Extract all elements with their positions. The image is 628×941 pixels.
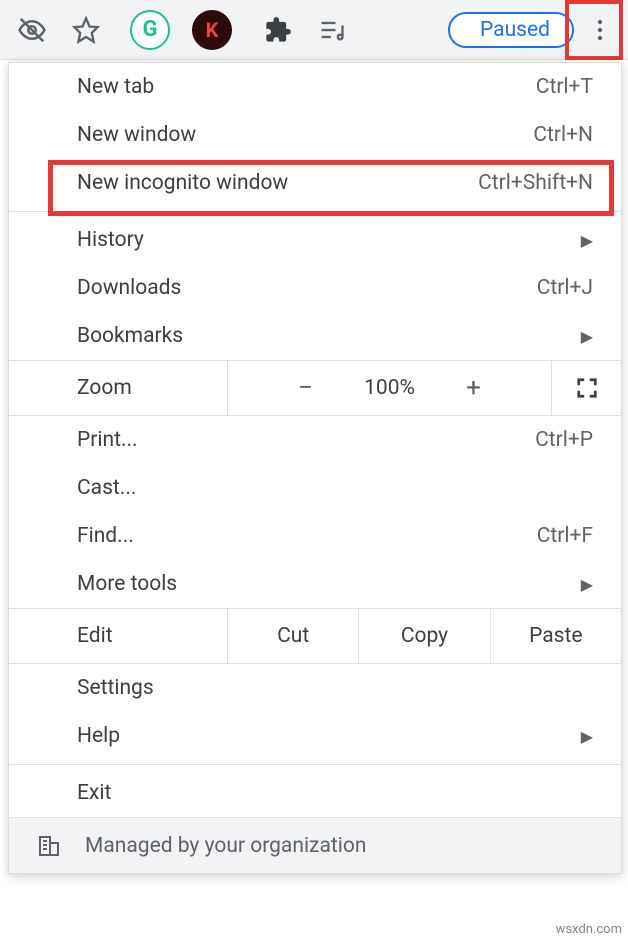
menu-label: Downloads — [77, 276, 473, 300]
zoom-in-button[interactable]: + — [454, 373, 494, 403]
menu-item-edit: Edit Cut Copy Paste — [9, 608, 621, 664]
menu-label: New window — [77, 123, 473, 147]
menu-separator — [9, 211, 621, 212]
zoom-controls: − 100% + — [227, 361, 551, 415]
zoom-label: Zoom — [9, 376, 227, 400]
menu-shortcut: Ctrl+N — [473, 123, 593, 147]
menu-item-new-window[interactable]: New window Ctrl+N — [9, 111, 621, 159]
menu-label: New tab — [77, 75, 473, 99]
menu-label: New incognito window — [77, 171, 473, 195]
grammarly-extension-icon[interactable]: G — [130, 10, 170, 50]
submenu-arrow-icon: ▶ — [581, 327, 593, 346]
edit-paste-button[interactable]: Paste — [490, 609, 621, 663]
menu-item-settings[interactable]: Settings — [9, 664, 621, 712]
menu-shortcut: Ctrl+Shift+N — [473, 171, 593, 195]
menu-item-history[interactable]: History ▶ — [9, 216, 621, 264]
menu-label: Exit — [77, 781, 593, 805]
menu-label: Bookmarks — [77, 324, 581, 348]
menu-label: Find... — [77, 524, 473, 548]
fullscreen-button[interactable] — [551, 361, 621, 415]
no-tracking-icon[interactable] — [8, 6, 56, 54]
zoom-out-button[interactable]: − — [286, 373, 326, 403]
star-icon[interactable] — [62, 6, 110, 54]
menu-shortcut: Ctrl+T — [473, 75, 593, 99]
menu-shortcut: Ctrl+F — [473, 524, 593, 548]
more-menu-button[interactable] — [580, 10, 620, 50]
menu-label: Settings — [77, 676, 593, 700]
managed-by-org-row[interactable]: Managed by your organization — [9, 817, 621, 873]
menu-item-bookmarks[interactable]: Bookmarks ▶ — [9, 312, 621, 360]
menu-item-cast[interactable]: Cast... — [9, 464, 621, 512]
edit-copy-button[interactable]: Copy — [358, 609, 489, 663]
menu-item-more-tools[interactable]: More tools ▶ — [9, 560, 621, 608]
browser-toolbar: G K Paused — [0, 0, 628, 60]
menu-item-downloads[interactable]: Downloads Ctrl+J — [9, 264, 621, 312]
building-icon — [37, 834, 61, 858]
watermark-text: wsxdn.com — [556, 922, 622, 937]
submenu-arrow-icon: ▶ — [581, 575, 593, 594]
submenu-arrow-icon: ▶ — [581, 231, 593, 250]
menu-shortcut: Ctrl+P — [473, 428, 593, 452]
menu-label: Help — [77, 724, 581, 748]
profile-paused-pill[interactable]: Paused — [448, 12, 574, 48]
menu-shortcut: Ctrl+J — [473, 276, 593, 300]
chrome-main-menu: New tab Ctrl+T New window Ctrl+N New inc… — [8, 62, 622, 874]
menu-item-new-tab[interactable]: New tab Ctrl+T — [9, 63, 621, 111]
menu-separator — [9, 764, 621, 765]
menu-label: More tools — [77, 572, 581, 596]
k-extension-icon[interactable]: K — [192, 10, 232, 50]
menu-item-print[interactable]: Print... Ctrl+P — [9, 416, 621, 464]
edit-cut-button[interactable]: Cut — [227, 609, 358, 663]
edit-label: Edit — [9, 624, 227, 648]
menu-label: Cast... — [77, 476, 593, 500]
extensions-icon[interactable] — [254, 6, 302, 54]
managed-label: Managed by your organization — [85, 834, 366, 858]
media-control-icon[interactable] — [308, 6, 356, 54]
menu-item-help[interactable]: Help ▶ — [9, 712, 621, 760]
menu-label: Print... — [77, 428, 473, 452]
menu-item-new-incognito[interactable]: New incognito window Ctrl+Shift+N — [9, 159, 621, 207]
menu-item-find[interactable]: Find... Ctrl+F — [9, 512, 621, 560]
submenu-arrow-icon: ▶ — [581, 727, 593, 746]
zoom-value: 100% — [350, 376, 430, 400]
menu-label: History — [77, 228, 581, 252]
menu-item-exit[interactable]: Exit — [9, 769, 621, 817]
menu-item-zoom: Zoom − 100% + — [9, 360, 621, 416]
